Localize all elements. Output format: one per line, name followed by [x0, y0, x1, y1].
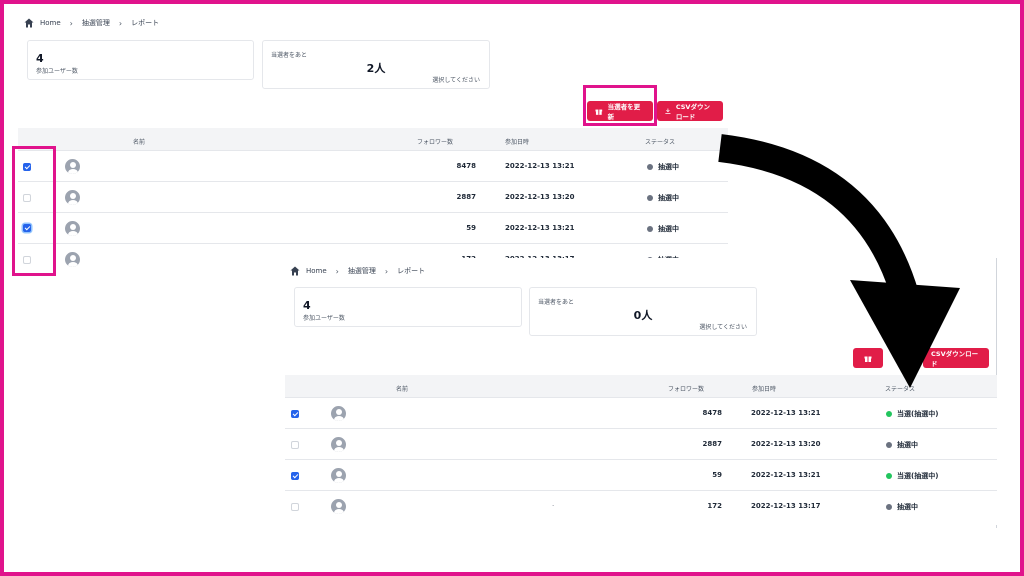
header-name: 名前: [133, 139, 146, 146]
row-status: 当選(抽選中): [886, 409, 938, 419]
row-followers: 59: [466, 224, 476, 232]
remaining-hint: 選択してください: [432, 77, 480, 84]
row-status-text: 抽選中: [897, 441, 918, 449]
header-followers: フォロワー数: [668, 386, 705, 393]
avatar: [331, 406, 346, 421]
row-status-text: 抽選中: [658, 225, 679, 233]
breadcrumb-report: レポート: [131, 19, 160, 27]
row-status-text: 当選(抽選中): [897, 410, 939, 418]
home-icon[interactable]: [290, 266, 300, 276]
csv-download-button[interactable]: CSVダウンロード: [657, 101, 723, 121]
avatar: [331, 437, 346, 452]
avatar: [65, 221, 80, 236]
chevron-right-icon: ›: [384, 266, 389, 276]
chevron-right-icon: ›: [335, 266, 339, 276]
row-date: 2022-12-13 13:20: [751, 440, 821, 448]
participants-value: 4: [303, 299, 311, 312]
row-status-text: 抽選中: [658, 163, 679, 171]
status-dot: [647, 226, 653, 232]
row-checkbox[interactable]: [291, 472, 299, 480]
remaining-value: 2人: [366, 62, 386, 75]
csv-download-label: CSVダウンロード: [675, 103, 710, 121]
row-status-text: 当選(抽選中): [897, 472, 939, 480]
avatar: [331, 468, 346, 483]
avatar: [331, 499, 346, 514]
participants-label: 参加ユーザー数: [36, 68, 78, 75]
curved-arrow-icon: [718, 134, 960, 388]
row-followers: 2887: [702, 440, 722, 448]
breadcrumb-lottery[interactable]: 抽選管理: [348, 266, 376, 276]
status-dot: [886, 473, 892, 479]
table-header: 名前 フォロワー数 参加日時 ステータス: [18, 128, 728, 150]
row-followers: 59: [712, 471, 722, 479]
row-status: 当選(抽選中): [886, 471, 938, 481]
breadcrumb-report: レポート: [397, 267, 426, 275]
remaining-label: 当選者をあと: [538, 299, 575, 306]
status-dot: [886, 504, 892, 510]
header-status: ステータス: [645, 139, 676, 146]
update-button-highlight: [583, 85, 657, 126]
download-icon: [665, 108, 671, 114]
breadcrumb-home[interactable]: Home: [306, 267, 327, 275]
checkbox-column-highlight: [12, 146, 56, 276]
row-date: 2022-12-13 13:21: [505, 224, 575, 232]
avatar: [65, 159, 80, 174]
row-status: 抽選中: [647, 193, 679, 203]
row-date: 2022-12-13 13:21: [751, 471, 821, 479]
row-date: 2022-12-13 13:20: [505, 193, 575, 201]
breadcrumb: Home › 抽選管理 › レポート: [24, 18, 159, 28]
row-checkbox[interactable]: [291, 441, 299, 449]
chevron-right-icon: ›: [118, 18, 123, 28]
row-status: 抽選中: [647, 224, 679, 234]
table-row[interactable]: . 172 2022-12-13 13:17 抽選中: [285, 490, 997, 521]
breadcrumb-lottery[interactable]: 抽選管理: [82, 18, 110, 28]
row-name-mark: .: [552, 500, 555, 508]
breadcrumb: Home › 抽選管理 › レポート: [290, 266, 425, 276]
remaining-label: 当選者をあと: [271, 52, 308, 59]
header-name: 名前: [396, 386, 409, 393]
table-row[interactable]: 8478 2022-12-13 13:21 抽選中: [18, 150, 728, 181]
header-followers: フォロワー数: [417, 139, 454, 146]
row-date: 2022-12-13 13:17: [751, 502, 821, 510]
status-dot: [886, 411, 892, 417]
breadcrumb-home[interactable]: Home: [40, 19, 61, 27]
participants-card: 4 参加ユーザー数: [294, 287, 522, 327]
header-date: 参加日時: [505, 139, 530, 146]
row-status-text: 抽選中: [897, 503, 918, 511]
table-row[interactable]: 59 2022-12-13 13:21 当選(抽選中): [285, 459, 997, 490]
table-row[interactable]: 59 2022-12-13 13:21 抽選中: [18, 212, 728, 243]
row-status: 抽選中: [886, 440, 918, 450]
home-icon[interactable]: [24, 18, 34, 28]
row-status: 抽選中: [886, 502, 918, 512]
status-dot: [886, 442, 892, 448]
row-followers: 172: [707, 502, 722, 510]
participants-card: 4 参加ユーザー数: [27, 40, 254, 80]
avatar: [65, 190, 80, 205]
row-status: 抽選中: [647, 162, 679, 172]
row-followers: 2887: [456, 193, 476, 201]
participants-table: 名前 フォロワー数 参加日時 ステータス 8478 2022-12-13 13:…: [18, 128, 728, 278]
status-dot: [647, 164, 653, 170]
participants-label: 参加ユーザー数: [303, 315, 345, 322]
row-date: 2022-12-13 13:21: [505, 162, 575, 170]
chevron-right-icon: ›: [69, 18, 73, 28]
table-row[interactable]: 2887 2022-12-13 13:20 抽選中: [285, 428, 997, 459]
row-followers: 8478: [702, 409, 722, 417]
row-date: 2022-12-13 13:21: [751, 409, 821, 417]
row-followers: 8478: [456, 162, 476, 170]
table-row[interactable]: 2887 2022-12-13 13:20 抽選中: [18, 181, 728, 212]
row-status-text: 抽選中: [658, 194, 679, 202]
participants-value: 4: [36, 52, 44, 65]
status-dot: [647, 195, 653, 201]
row-checkbox[interactable]: [291, 503, 299, 511]
remaining-card: 当選者をあと 2人 選択してください: [262, 40, 490, 89]
avatar: [65, 252, 80, 267]
row-checkbox[interactable]: [291, 410, 299, 418]
